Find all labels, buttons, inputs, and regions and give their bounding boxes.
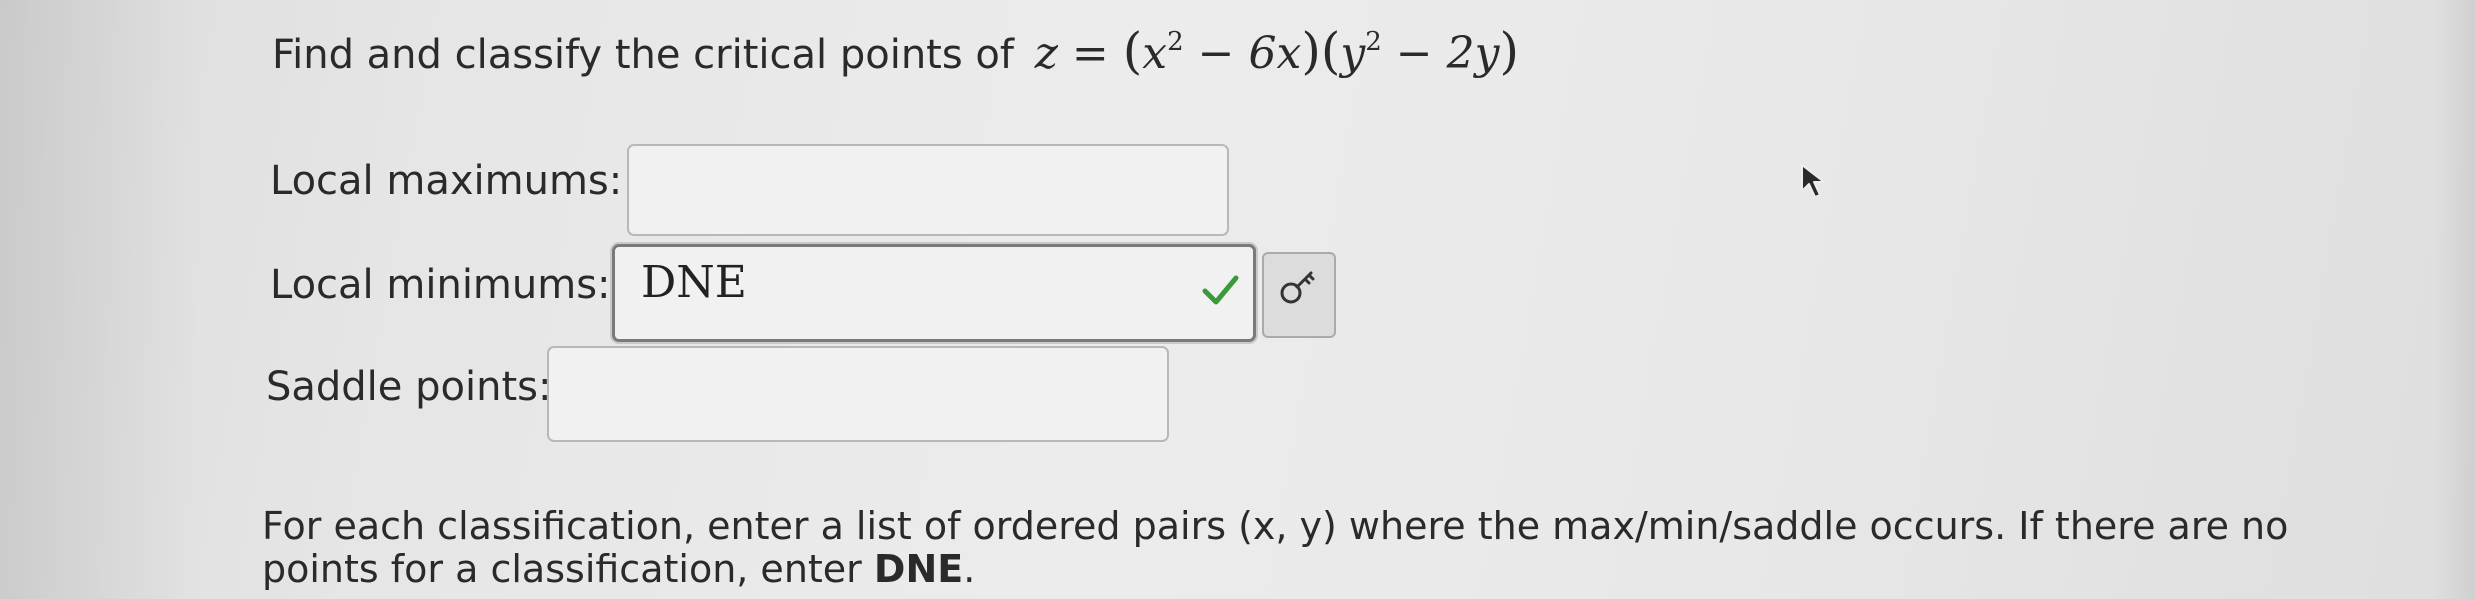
local-max-label: Local maximums:: [270, 158, 623, 204]
saddle-label: Saddle points:: [266, 364, 552, 410]
equation: z = (x2 − 6x)(y2 − 2y): [1034, 22, 1519, 80]
instructions: For each classification, enter a list of…: [262, 505, 2412, 591]
saddle-input[interactable]: [547, 346, 1169, 442]
mouse-cursor-icon: [1801, 164, 1825, 198]
question-text: Find and classify the critical points of…: [272, 22, 1519, 80]
local-min-value: DNE: [641, 257, 747, 308]
key-button[interactable]: [1262, 252, 1336, 338]
photo-shadow-right: [2435, 0, 2475, 599]
instructions-text: For each classification, enter a list of…: [262, 504, 2289, 591]
local-min-label: Local minimums:: [270, 262, 611, 308]
question-prompt: Find and classify the critical points of: [272, 32, 1014, 78]
check-icon: [1202, 275, 1239, 305]
photo-shadow-left: [0, 0, 200, 599]
local-max-input[interactable]: [627, 144, 1229, 236]
key-icon: [1280, 271, 1315, 304]
instructions-emphasis: DNE: [873, 547, 964, 591]
instructions-end: .: [963, 547, 976, 591]
local-min-input[interactable]: DNE: [612, 244, 1256, 342]
